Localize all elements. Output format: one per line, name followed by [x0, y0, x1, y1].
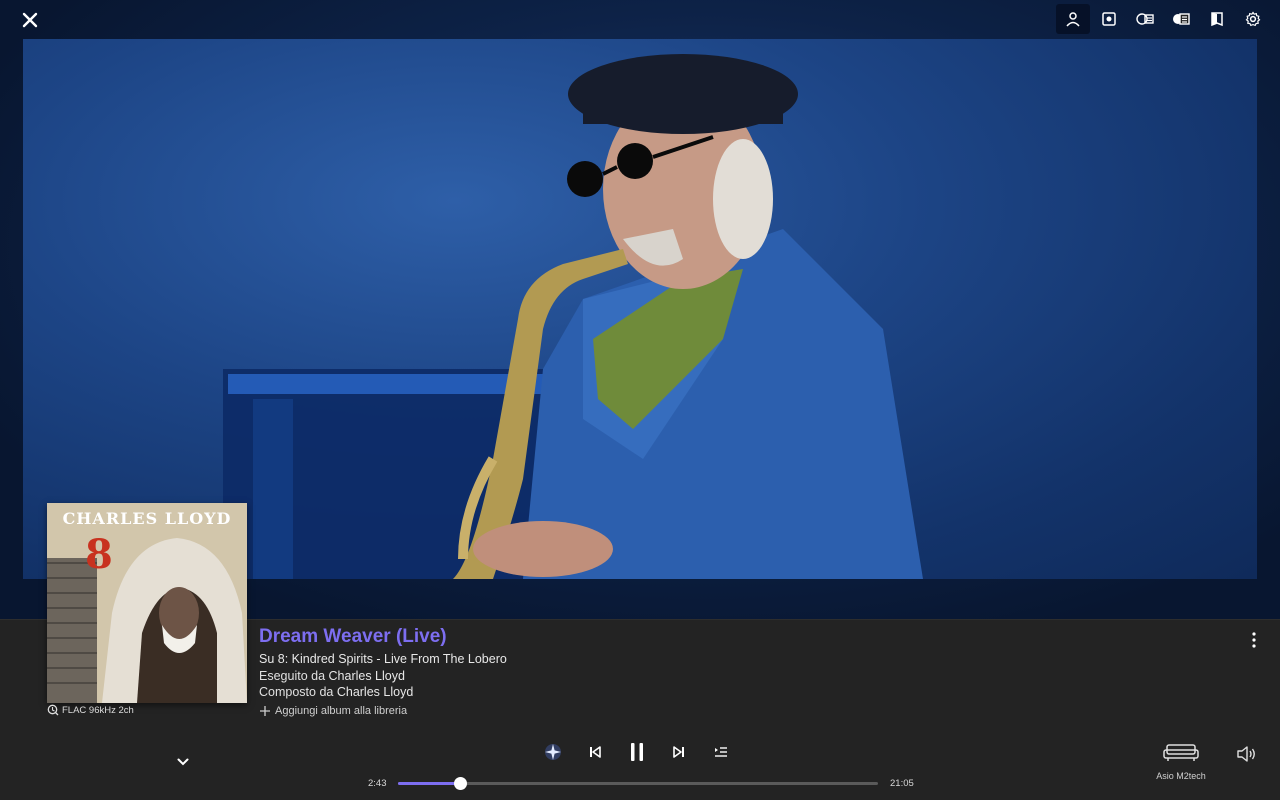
composer-link[interactable]: Charles Lloyd: [337, 685, 413, 699]
cover-number-text: 8: [85, 531, 113, 578]
album-icon: [1102, 12, 1116, 26]
lyrics-icon: [1173, 13, 1190, 25]
view-toolbar: [1056, 4, 1270, 34]
smart-mix-button[interactable]: [532, 738, 574, 766]
add-album-button[interactable]: Aggiungi album alla libreria: [259, 705, 407, 717]
album-link[interactable]: Su 8: Kindred Spirits - Live From The Lo…: [259, 652, 507, 666]
skip-next-icon: [673, 746, 684, 758]
quality-label: FLAC 96kHz 2ch: [62, 704, 134, 716]
volume-button[interactable]: [1234, 742, 1260, 766]
pause-button[interactable]: [616, 738, 658, 766]
plus-icon: [260, 706, 270, 716]
queue-button[interactable]: [700, 738, 742, 766]
cover-artist-text: CHARLES LLOYD: [62, 509, 232, 528]
output-device-button[interactable]: Asio M2tech: [1150, 742, 1212, 781]
seek-bar[interactable]: [398, 777, 878, 790]
pause-icon: [631, 743, 643, 761]
booklet-view-button[interactable]: [1200, 4, 1234, 34]
collapse-button[interactable]: [174, 754, 192, 770]
gear-icon: [1245, 11, 1261, 27]
quality-icon: [47, 704, 59, 716]
total-time: 21:05: [890, 778, 914, 789]
performer-label: Eseguito da: [259, 669, 326, 683]
book-icon: [1211, 12, 1223, 27]
album-view-button[interactable]: [1092, 4, 1126, 34]
audio-quality: FLAC 96kHz 2ch: [47, 704, 134, 716]
now-playing-screen: CHARLES LLOYD 8 FLAC 96kHz 2ch Dream Wea…: [0, 0, 1280, 800]
previous-button[interactable]: [574, 738, 616, 766]
next-button[interactable]: [658, 738, 700, 766]
close-button[interactable]: [16, 6, 44, 34]
artist-view-button[interactable]: [1056, 4, 1090, 34]
volume-icon: [1237, 746, 1255, 762]
seek-progress: [398, 782, 461, 785]
artist-photo: [23, 39, 1257, 579]
output-device-label: Asio M2tech: [1156, 771, 1206, 781]
settings-button[interactable]: [1236, 4, 1270, 34]
add-album-label: Aggiungi album alla libreria: [275, 705, 408, 717]
sparkle-icon: [545, 744, 561, 760]
close-icon: [22, 12, 38, 28]
album-cover[interactable]: CHARLES LLOYD 8: [47, 503, 247, 703]
elapsed-time: 2:43: [368, 778, 387, 789]
skip-previous-icon: [590, 746, 601, 758]
queue-icon: [715, 747, 727, 757]
credits-icon: [1136, 13, 1154, 25]
track-title[interactable]: Dream Weaver (Live): [259, 626, 447, 648]
performer-link[interactable]: Charles Lloyd: [329, 669, 405, 683]
more-vertical-icon: [1252, 632, 1256, 648]
credits-view-button[interactable]: [1128, 4, 1162, 34]
more-options-button[interactable]: [1246, 630, 1262, 650]
composer-line: Composto da Charles Lloyd: [259, 685, 413, 699]
sofa-icon: [1163, 744, 1199, 761]
performer-line: Eseguito da Charles Lloyd: [259, 669, 405, 683]
lyrics-view-button[interactable]: [1164, 4, 1198, 34]
top-bar: [0, 0, 1280, 39]
transport-controls: [532, 738, 742, 766]
artist-icon: [1066, 12, 1080, 27]
chevron-down-icon: [177, 758, 189, 766]
composer-label: Composto da: [259, 685, 334, 699]
